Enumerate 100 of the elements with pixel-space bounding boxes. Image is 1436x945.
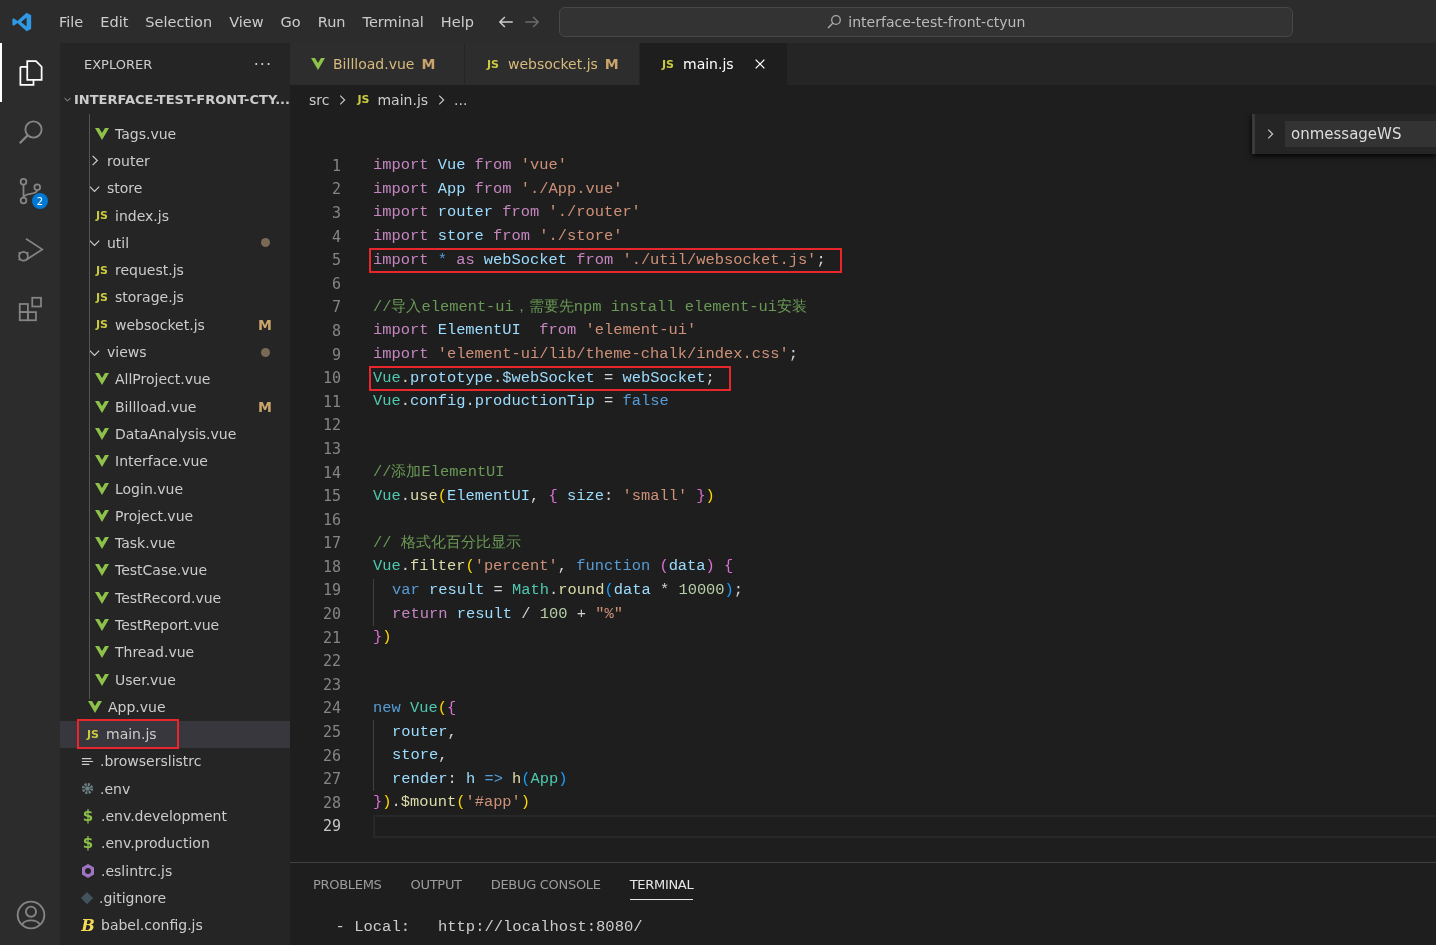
- line-number: 23: [321, 675, 341, 694]
- line-number: 14: [321, 463, 341, 482]
- panel-tab[interactable]: TERMINAL: [629, 877, 694, 900]
- menu-item[interactable]: Edit: [92, 13, 138, 30]
- line-number: 11: [321, 392, 341, 411]
- folder-entry[interactable]: views: [60, 338, 290, 366]
- breadcrumb-item[interactable]: main.js: [377, 91, 429, 108]
- explorer-entry[interactable]: DataAnalysis.vue: [60, 420, 290, 448]
- panel-tab[interactable]: PROBLEMS: [313, 877, 382, 899]
- panel-tab[interactable]: DEBUG CONSOLE: [490, 877, 601, 899]
- menu-item[interactable]: Go: [272, 13, 310, 30]
- editor-tab[interactable]: JS main.js: [640, 43, 788, 85]
- vue-icon: [94, 671, 110, 688]
- vue-icon: [94, 398, 110, 415]
- editor-tab[interactable]: Billload.vue M: [290, 43, 465, 85]
- folder-entry[interactable]: store: [60, 174, 290, 202]
- line-number: 6: [330, 274, 341, 293]
- explorer-entry[interactable]: TestReport.vue: [60, 611, 290, 639]
- js-icon: JS: [94, 209, 110, 223]
- explorer-entry[interactable]: Tags.vue: [60, 120, 290, 148]
- explorer-entry[interactable]: JS index.js: [60, 201, 290, 230]
- code-line: Vue.filter('percent', function (data) {: [373, 557, 734, 577]
- line-number: 7: [330, 298, 341, 317]
- js-icon: JS: [94, 290, 110, 304]
- explorer-entry[interactable]: TestCase.vue: [60, 556, 290, 585]
- explorer-entry[interactable]: Interface.vue: [60, 447, 290, 475]
- explorer-entry[interactable]: JS main.js: [60, 720, 290, 748]
- chevron-down-icon: [64, 96, 72, 103]
- sticky-scroll[interactable]: onmessageWS: [1252, 114, 1436, 154]
- dollar-icon: $: [80, 807, 96, 826]
- line-number: 29: [321, 817, 341, 836]
- line-number: 28: [321, 793, 341, 812]
- command-center[interactable]: interface-test-front-ctyun: [558, 6, 1293, 37]
- menu-item[interactable]: Help: [432, 13, 483, 30]
- outline-symbol[interactable]: onmessageWS: [1285, 121, 1436, 147]
- folder-entry[interactable]: router: [60, 147, 290, 175]
- menu-item[interactable]: Selection: [137, 13, 222, 30]
- sidebar-title: EXPLORER: [84, 56, 153, 72]
- line-number: 27: [321, 770, 341, 789]
- line-number: 20: [321, 605, 341, 624]
- line-number: 25: [321, 723, 341, 742]
- breadcrumb-item[interactable]: src: [309, 91, 330, 108]
- menu-item[interactable]: File: [51, 13, 93, 30]
- menu-item[interactable]: Terminal: [354, 13, 433, 30]
- explorer-entry[interactable]: .browserslistrc: [60, 747, 290, 776]
- line-number: 1: [330, 156, 341, 175]
- explorer-entry[interactable]: B babel.config.js: [60, 911, 290, 939]
- folder-entry[interactable]: util: [60, 229, 290, 257]
- babel-icon: B: [80, 915, 96, 935]
- explorer-entry[interactable]: JS websocket.js M: [60, 311, 290, 339]
- vue-icon: [310, 56, 326, 72]
- git-status-label: M: [421, 56, 436, 72]
- explorer-entry[interactable]: Thread.vue: [60, 638, 290, 666]
- code-line: // 格式化百分比显示: [373, 533, 521, 553]
- explorer-entry[interactable]: JS storage.js: [60, 283, 290, 312]
- activity-button[interactable]: 2: [0, 161, 60, 220]
- explorer-entry[interactable]: $ .env.development: [60, 802, 290, 830]
- line-number: 13: [321, 439, 341, 458]
- vue-icon: [94, 589, 110, 606]
- code-line: import ElementUI from 'element-ui': [373, 321, 697, 341]
- js-icon: JS: [94, 263, 110, 277]
- folder-header[interactable]: INTERFACE-TEST-FRONT-CTY...: [60, 85, 290, 114]
- explorer-entry[interactable]: .env: [60, 775, 290, 803]
- explorer-entry[interactable]: .eslintrc.js: [60, 857, 290, 885]
- explorer-entry[interactable]: Billload.vue M: [60, 392, 290, 421]
- explorer-entry[interactable]: TestRecord.vue: [60, 584, 290, 612]
- line-number: 21: [321, 628, 341, 647]
- js-icon: JS: [660, 57, 676, 71]
- panel-tab[interactable]: OUTPUT: [410, 877, 462, 899]
- code-line: import store from './store': [373, 227, 623, 247]
- code-line: var result = Math.round(data * 10000);: [392, 581, 744, 600]
- line-number: 12: [321, 416, 341, 435]
- code-line: render: h => h(App): [392, 769, 568, 789]
- line-number: 8: [330, 321, 341, 340]
- breadcrumb-item[interactable]: ...: [454, 91, 468, 108]
- code-line: }).$mount('#app'): [373, 793, 531, 813]
- code-line: }): [373, 628, 392, 648]
- editor-tab[interactable]: JS websocket.js M: [465, 43, 640, 85]
- close-icon[interactable]: [753, 57, 767, 71]
- line-number: 16: [321, 510, 341, 529]
- explorer-entry[interactable]: Project.vue: [60, 502, 290, 530]
- line-number: 26: [321, 746, 341, 765]
- menu-item[interactable]: View: [221, 13, 273, 30]
- app-logo-icon: [11, 10, 33, 33]
- explorer-entry[interactable]: .gitignore: [60, 884, 290, 912]
- code-line: import 'element-ui/lib/theme-chalk/index.css';: [373, 345, 798, 365]
- explorer-entry[interactable]: AllProject.vue: [60, 365, 290, 393]
- code-line: store,: [392, 746, 448, 766]
- explorer-entry[interactable]: JS request.js: [60, 256, 290, 284]
- explorer-entry[interactable]: User.vue: [60, 665, 290, 694]
- explorer-entry[interactable]: Login.vue: [60, 474, 290, 503]
- line-number: 15: [321, 487, 341, 506]
- code-line: Vue.use(ElementUI, { size: 'small' }): [373, 486, 715, 506]
- more-actions[interactable]: ···: [253, 54, 272, 74]
- explorer-entry[interactable]: $ .env.production: [60, 829, 290, 857]
- explorer-entry[interactable]: Task.vue: [60, 529, 290, 557]
- code-line: router,: [392, 722, 457, 742]
- menu-item[interactable]: Run: [309, 13, 355, 30]
- explorer-entry[interactable]: App.vue: [60, 693, 290, 721]
- code-line: import App from './App.vue': [373, 179, 623, 199]
